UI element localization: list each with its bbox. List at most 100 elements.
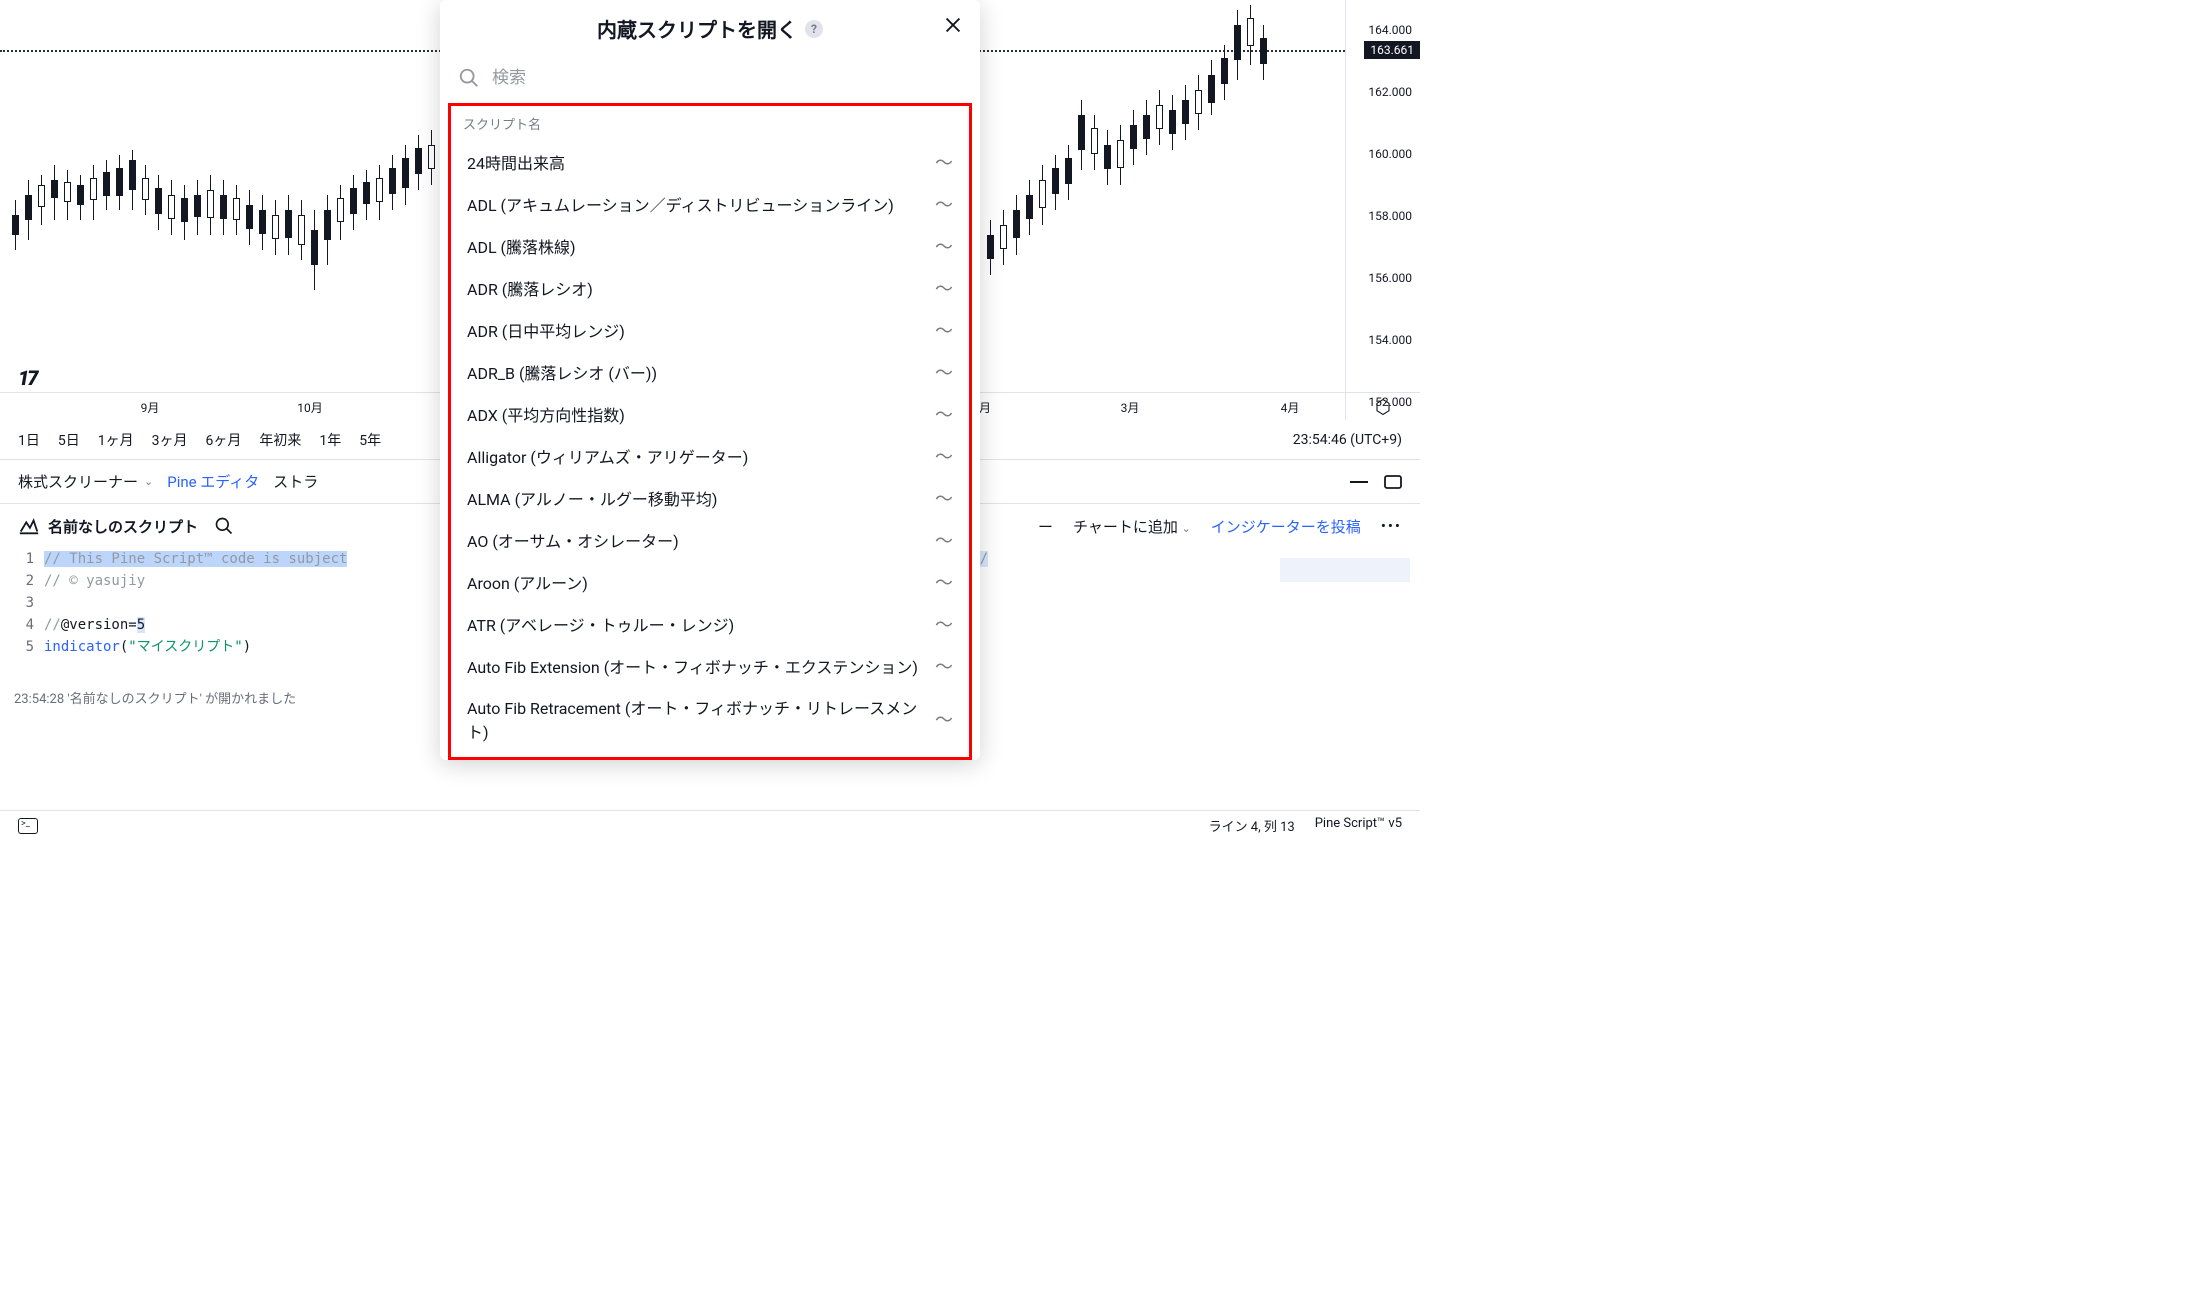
open-builtin-script-dialog: 内蔵スクリプトを開く ? スクリプト名 24時間出来高〜ADL (アキュムレーシ… <box>440 0 980 760</box>
add-to-chart-button[interactable]: チャートに追加 ⌄ <box>1073 516 1191 537</box>
script-item-label: Alligator (ウィリアムズ・アリゲーター) <box>467 444 927 468</box>
script-item-label: ADX (平均方向性指数) <box>467 402 927 426</box>
chevron-down-icon: ⌄ <box>1182 522 1191 535</box>
script-item[interactable]: ADX (平均方向性指数) 〜 <box>459 393 961 435</box>
dialog-search <box>440 57 980 99</box>
tf-6m[interactable]: 6ヶ月 <box>206 430 242 450</box>
time-tick: 3月 <box>1121 399 1140 416</box>
script-item[interactable]: Alligator (ウィリアムズ・アリゲーター) 〜 <box>459 435 961 477</box>
chevron-down-icon: ⌄ <box>144 475 153 488</box>
source-indicator-icon: 〜 <box>935 149 953 175</box>
script-item[interactable]: ADL (騰落株線) 〜 <box>459 225 961 267</box>
close-button[interactable] <box>942 14 964 36</box>
script-item-label: Aroon (アルーン) <box>467 570 927 594</box>
script-item-label: 24時間出来高 <box>467 150 927 174</box>
script-item[interactable]: Auto Pitchfork (オート・ピッチフォーク)〜 <box>459 751 961 760</box>
gear-icon <box>1374 398 1392 416</box>
script-icon <box>18 515 40 537</box>
current-price-label: 163.661 <box>1364 41 1420 59</box>
tab-pine-editor[interactable]: Pine エディタ <box>167 471 259 492</box>
script-item[interactable]: ADR_B (騰落レシオ (バー)) 〜 <box>459 351 961 393</box>
script-item-label: AO (オーサム・オシレーター) <box>467 528 927 552</box>
script-item[interactable]: ADR (日中平均レンジ) 〜 <box>459 309 961 351</box>
script-item[interactable]: Auto Fib Extension (オート・フィボナッチ・エクステンション)… <box>459 645 961 687</box>
script-item[interactable]: ALMA (アルノー・ルグー移動平均) 〜 <box>459 477 961 519</box>
script-title[interactable]: 名前なしのスクリプト <box>18 515 198 537</box>
publish-indicator-button[interactable]: インジケーターを投稿 <box>1211 516 1361 537</box>
source-indicator-icon: 〜 <box>935 317 953 343</box>
source-indicator-icon: 〜 <box>935 653 953 679</box>
source-indicator-icon: 〜 <box>935 485 953 511</box>
dialog-header: 内蔵スクリプトを開く ? <box>440 0 980 57</box>
source-indicator-icon: 〜 <box>935 233 953 259</box>
time-tick: 4月 <box>1281 399 1300 416</box>
script-item-label: ATR (アベレージ・トゥルー・レンジ) <box>467 612 927 636</box>
dialog-title: 内蔵スクリプトを開く <box>597 14 797 43</box>
script-item[interactable]: AO (オーサム・オシレーター) 〜 <box>459 519 961 561</box>
script-item[interactable]: Aroon (アルーン) 〜 <box>459 561 961 603</box>
tf-ytd[interactable]: 年初来 <box>259 430 301 450</box>
source-indicator-icon: 〜 <box>935 359 953 385</box>
search-icon[interactable] <box>214 516 234 536</box>
tf-5d[interactable]: 5日 <box>58 430 80 450</box>
tf-1m[interactable]: 1ヶ月 <box>98 430 134 450</box>
maximize-icon[interactable] <box>1384 475 1402 489</box>
source-indicator-icon: 〜 <box>935 443 953 469</box>
script-item-label: Auto Fib Extension (オート・フィボナッチ・エクステンション) <box>467 654 927 678</box>
chart-settings-button[interactable] <box>1345 392 1420 420</box>
terminal-icon[interactable] <box>18 818 38 834</box>
clock: 23:54:46 (UTC+9) <box>1293 432 1402 448</box>
source-indicator-icon: 〜 <box>935 611 953 637</box>
time-tick: 9月 <box>141 399 160 416</box>
status-bar: ライン 4, 列 13 Pine Script™ v5 <box>0 810 1420 840</box>
script-item-label: ADL (アキュムレーション／ディストリビューションライン) <box>467 192 927 216</box>
script-item[interactable]: ADL (アキュムレーション／ディストリビューションライン) 〜 <box>459 183 961 225</box>
script-item-label: ADR (日中平均レンジ) <box>467 318 927 342</box>
source-indicator-icon: 〜 <box>935 191 953 217</box>
source-indicator-icon: 〜 <box>935 759 953 760</box>
search-icon <box>458 67 480 89</box>
script-item[interactable]: ADR (騰落レシオ) 〜 <box>459 267 961 309</box>
cursor-position: ライン 4, 列 13 <box>1209 816 1295 835</box>
help-icon[interactable]: ? <box>805 20 823 38</box>
price-axis[interactable]: 163.661 164.000 162.000 160.000 158.000 … <box>1345 0 1420 420</box>
source-indicator-icon: 〜 <box>935 275 953 301</box>
tab-screener[interactable]: 株式スクリーナー ⌄ <box>18 471 153 492</box>
close-icon <box>942 14 964 36</box>
price-tick: 162.000 <box>1368 85 1412 99</box>
minimize-icon[interactable] <box>1350 480 1368 484</box>
script-item-label: ADR (騰落レシオ) <box>467 276 927 300</box>
script-item-label: ADR_B (騰落レシオ (バー)) <box>467 360 927 384</box>
script-list: 24時間出来高〜ADL (アキュムレーション／ディストリビューションライン)〜A… <box>459 141 961 760</box>
script-item-label: ALMA (アルノー・ルグー移動平均) <box>467 486 927 510</box>
script-item[interactable]: Auto Fib Retracement (オート・フィボナッチ・リトレースメン… <box>459 687 961 751</box>
source-indicator-icon: 〜 <box>935 569 953 595</box>
pine-version[interactable]: Pine Script™ v5 <box>1315 816 1402 835</box>
search-input[interactable] <box>492 68 962 88</box>
console-log: 23:54:28 '名前なしのスクリプト' が開かれました <box>14 688 296 707</box>
source-indicator-icon: 〜 <box>935 401 953 427</box>
script-list-highlighted: スクリプト名 24時間出来高〜ADL (アキュムレーション／ディストリビューショ… <box>448 103 972 760</box>
tab-strategy[interactable]: ストラ <box>273 471 318 492</box>
tab-label: 株式スクリーナー <box>18 471 138 492</box>
script-item[interactable]: 24時間出来高〜 <box>459 141 961 183</box>
tf-3m[interactable]: 3ヶ月 <box>152 430 188 450</box>
source-indicator-icon: 〜 <box>935 706 953 732</box>
time-tick: 月 <box>979 399 991 416</box>
script-item-label: Auto Fib Retracement (オート・フィボナッチ・リトレースメン… <box>467 695 927 743</box>
minimap[interactable] <box>1280 558 1410 618</box>
price-tick: 158.000 <box>1368 209 1412 223</box>
more-icon[interactable]: ••• <box>1381 517 1402 535</box>
truncated-label: ー <box>1038 516 1053 537</box>
tradingview-logo: 17 <box>18 366 36 390</box>
tf-1y[interactable]: 1年 <box>319 430 341 450</box>
tf-5y[interactable]: 5年 <box>359 430 381 450</box>
script-item[interactable]: ATR (アベレージ・トゥルー・レンジ) 〜 <box>459 603 961 645</box>
tf-1d[interactable]: 1日 <box>18 430 40 450</box>
source-indicator-icon: 〜 <box>935 527 953 553</box>
script-name-label: 名前なしのスクリプト <box>48 516 198 537</box>
script-item-label: ADL (騰落株線) <box>467 234 927 258</box>
price-tick: 164.000 <box>1368 23 1412 37</box>
section-header: スクリプト名 <box>459 110 961 141</box>
price-tick: 154.000 <box>1368 333 1412 347</box>
